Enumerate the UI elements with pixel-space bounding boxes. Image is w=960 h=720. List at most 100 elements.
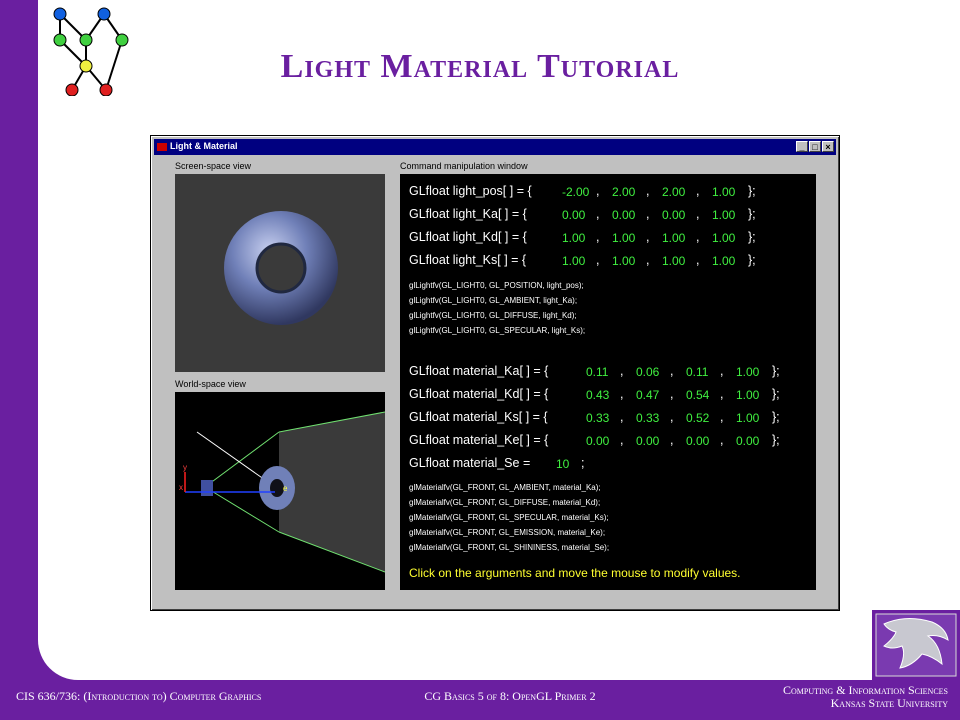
slide-footer: CIS 636/736: (Introduction to) Computer … xyxy=(0,680,960,720)
material-se-prefix: GLfloat material_Se = xyxy=(409,456,531,470)
code-row-close: }; xyxy=(772,433,780,447)
code-value[interactable]: -2.00 xyxy=(562,185,589,199)
code-value[interactable]: 0.54 xyxy=(686,388,709,402)
view-frustum-plane xyxy=(279,412,385,572)
world-view-label: World-space view xyxy=(175,379,246,389)
code-value[interactable]: 1.00 xyxy=(712,231,735,245)
code-value[interactable]: 0.11 xyxy=(586,365,608,379)
world-torus-hole xyxy=(270,479,284,497)
code-call-line: glLightfv(GL_LIGHT0, GL_DIFFUSE, light_K… xyxy=(409,311,577,320)
code-call-line: glLightfv(GL_LIGHT0, GL_SPECULAR, light_… xyxy=(409,326,586,335)
y-axis-label: y xyxy=(183,463,187,472)
code-comma: , xyxy=(696,230,700,244)
code-comma: , xyxy=(620,433,624,447)
code-row-prefix: GLfloat material_Ka[ ] = { xyxy=(409,364,549,378)
code-comma: , xyxy=(596,184,600,198)
code-call-line: glMaterialfv(GL_FRONT, GL_DIFFUSE, mater… xyxy=(409,498,601,507)
code-value[interactable]: 1.00 xyxy=(712,185,735,199)
instruction-hint: Click on the arguments and move the mous… xyxy=(409,566,741,580)
code-comma: , xyxy=(596,253,600,267)
code-row-close: }; xyxy=(748,207,756,221)
camera-marker xyxy=(201,480,213,496)
code-value[interactable]: 0.00 xyxy=(562,208,585,222)
code-value[interactable]: 0.33 xyxy=(636,411,659,425)
code-row-close: }; xyxy=(748,253,756,267)
code-comma: , xyxy=(646,184,650,198)
app-icon xyxy=(157,143,167,151)
code-row-prefix: GLfloat material_Ks[ ] = { xyxy=(409,410,548,424)
code-value[interactable]: 0.00 xyxy=(586,434,609,448)
minimize-button[interactable]: _ xyxy=(796,141,808,152)
code-comma: , xyxy=(596,207,600,221)
code-comma: , xyxy=(670,364,674,378)
code-value[interactable]: 1.00 xyxy=(662,254,685,268)
screen-space-view[interactable] xyxy=(175,174,385,372)
command-window-label: Command manipulation window xyxy=(400,161,528,171)
code-value[interactable]: 0.00 xyxy=(736,434,759,448)
code-call-line: glMaterialfv(GL_FRONT, GL_SPECULAR, mate… xyxy=(409,513,609,522)
graph-network-logo xyxy=(53,7,129,96)
close-button[interactable]: × xyxy=(822,141,834,152)
code-value[interactable]: 0.00 xyxy=(662,208,685,222)
x-axis-label: x xyxy=(179,483,183,492)
code-comma: , xyxy=(696,184,700,198)
code-value[interactable]: 0.52 xyxy=(686,411,709,425)
footer-dept-line-2: Kansas State University xyxy=(830,696,948,710)
command-manipulation-window: GLfloat light_pos[ ] = { -2.00, 2.00, 2.00,… xyxy=(400,174,816,590)
code-row-prefix: GLfloat light_Ka[ ] = { xyxy=(409,207,527,221)
window-titlebar[interactable]: Light & Material _ □ × xyxy=(154,139,836,155)
code-value[interactable]: 0.11 xyxy=(686,365,708,379)
code-value[interactable]: 0.00 xyxy=(636,434,659,448)
code-comma: , xyxy=(696,253,700,267)
code-comma: , xyxy=(596,230,600,244)
torus-hole xyxy=(255,242,307,294)
code-value[interactable]: 1.00 xyxy=(736,411,759,425)
screen-view-label: Screen-space view xyxy=(175,161,252,171)
code-value[interactable]: 0.43 xyxy=(586,388,609,402)
code-value[interactable]: 2.00 xyxy=(612,185,635,199)
code-value[interactable]: 1.00 xyxy=(612,231,635,245)
code-comma: , xyxy=(646,253,650,267)
code-comma: , xyxy=(670,433,674,447)
code-value[interactable]: 1.00 xyxy=(736,365,759,379)
code-comma: , xyxy=(696,207,700,221)
code-comma: , xyxy=(720,364,724,378)
code-row-close: }; xyxy=(748,184,756,198)
code-value[interactable]: 1.00 xyxy=(736,388,759,402)
code-value[interactable]: 1.00 xyxy=(662,231,685,245)
code-value[interactable]: 0.47 xyxy=(636,388,659,402)
code-comma: , xyxy=(670,387,674,401)
code-value[interactable]: 1.00 xyxy=(712,208,735,222)
code-row-prefix: GLfloat light_Ks[ ] = { xyxy=(409,253,527,267)
footer-department: Computing & Information Sciences Kansas … xyxy=(688,684,948,710)
code-value[interactable]: 0.06 xyxy=(636,365,659,379)
code-value[interactable]: 1.00 xyxy=(562,254,585,268)
material-se-value[interactable]: 10 xyxy=(556,457,569,471)
world-space-view[interactable]: y x e xyxy=(175,392,385,590)
window-title: Light & Material xyxy=(170,141,238,151)
code-row-prefix: GLfloat light_Kd[ ] = { xyxy=(409,230,527,244)
code-comma: , xyxy=(620,387,624,401)
code-call-line: glMaterialfv(GL_FRONT, GL_EMISSION, mate… xyxy=(409,528,606,537)
code-value[interactable]: 1.00 xyxy=(612,254,635,268)
code-call-line: glLightfv(GL_LIGHT0, GL_POSITION, light_… xyxy=(409,281,584,290)
code-row-prefix: GLfloat light_pos[ ] = { xyxy=(409,184,532,198)
code-value[interactable]: 0.00 xyxy=(612,208,635,222)
maximize-button[interactable]: □ xyxy=(809,141,821,152)
code-row-close: }; xyxy=(772,410,780,424)
code-row-prefix: GLfloat material_Kd[ ] = { xyxy=(409,387,549,401)
code-value[interactable]: 1.00 xyxy=(712,254,735,268)
light-material-window: Light & Material _ □ × Screen-space view… xyxy=(150,135,840,611)
code-value[interactable]: 1.00 xyxy=(562,231,585,245)
code-value[interactable]: 0.33 xyxy=(586,411,609,425)
code-comma: , xyxy=(670,410,674,424)
code-comma: , xyxy=(620,364,624,378)
slide-title: Light Material Tutorial xyxy=(280,48,680,85)
code-value[interactable]: 0.00 xyxy=(686,434,709,448)
code-call-line: glMaterialfv(GL_FRONT, GL_SHININESS, mat… xyxy=(409,543,610,552)
code-row-close: }; xyxy=(772,364,780,378)
material-se-suffix: ; xyxy=(581,456,585,470)
footer-course: CIS 636/736: (Introduction to) Computer … xyxy=(16,689,262,703)
code-value[interactable]: 2.00 xyxy=(662,185,685,199)
code-comma: , xyxy=(646,230,650,244)
